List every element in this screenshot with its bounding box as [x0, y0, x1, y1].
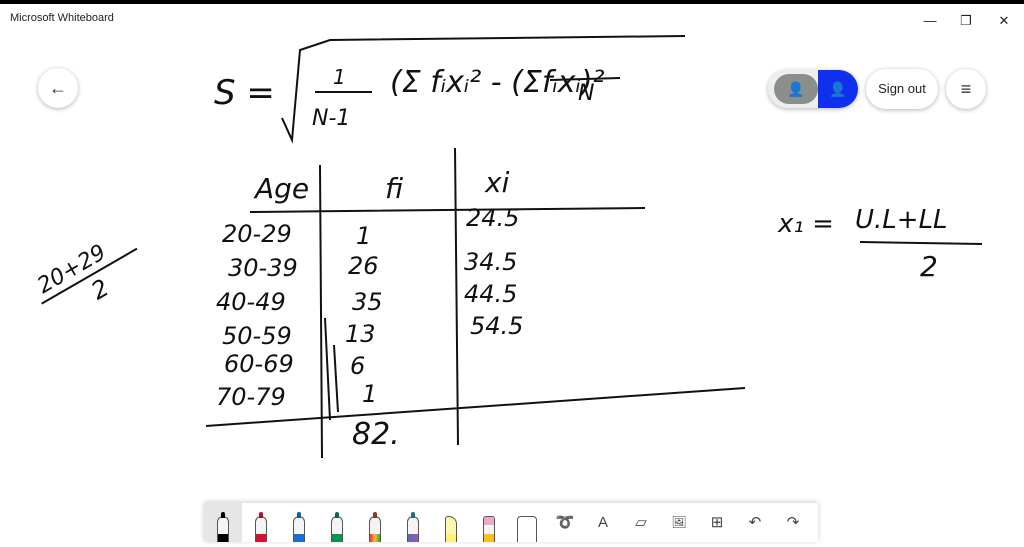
- right-note-lhs: x₁ =: [777, 209, 834, 239]
- text-tool[interactable]: A: [584, 503, 622, 542]
- formula-fraction-num: 1: [333, 65, 346, 89]
- galaxy-pen-tool[interactable]: [394, 503, 432, 542]
- highlighter-tool[interactable]: [432, 503, 470, 542]
- age-row: 70-79: [216, 383, 286, 411]
- fi-value: 1: [356, 222, 371, 250]
- back-button[interactable]: ←: [38, 68, 78, 108]
- right-note-num: U.L+LL: [855, 205, 948, 235]
- header-fi: fi: [385, 172, 403, 205]
- fi-value: 6: [350, 352, 365, 380]
- fi-value: 1: [362, 380, 377, 408]
- formula-fraction-den: N-1: [312, 106, 350, 131]
- whiteboard-canvas[interactable]: S = 1 N-1 (Σ fᵢxᵢ² - (Σfᵢxᵢ)² N Age fi x…: [0, 34, 1024, 542]
- header-age: Age: [253, 172, 309, 205]
- green-pen-tool[interactable]: [318, 503, 356, 542]
- xi-value: 24.5: [466, 204, 519, 232]
- title-bar: Microsoft Whiteboard — ❐ ✕: [0, 0, 1024, 34]
- redo-icon[interactable]: ↷: [774, 503, 812, 542]
- formula-bracket: (Σ fᵢxᵢ² - (Σfᵢxᵢ)²: [390, 65, 605, 100]
- undo-icon[interactable]: ↶: [736, 503, 774, 542]
- formula-lhs: S =: [214, 73, 275, 113]
- image-icon[interactable]: 🖼: [660, 503, 698, 542]
- rainbow-pen-tool[interactable]: [356, 503, 394, 542]
- sign-out-button[interactable]: Sign out: [866, 69, 938, 109]
- xi-value: 44.5: [464, 280, 517, 308]
- age-row: 60-69: [224, 350, 294, 378]
- xi-value: 34.5: [464, 248, 517, 276]
- eraser-tool[interactable]: [470, 503, 508, 542]
- left-note-den: 2: [87, 274, 114, 306]
- right-note-den: 2: [920, 250, 938, 283]
- restore-button[interactable]: ❐: [948, 8, 984, 34]
- age-row: 40-49: [216, 288, 286, 316]
- fi-value: 35: [352, 288, 383, 316]
- close-button[interactable]: ✕: [986, 8, 1022, 34]
- formula-den-n: N: [578, 81, 594, 106]
- note-icon[interactable]: ▱: [622, 503, 660, 542]
- lasso-icon[interactable]: ➰: [546, 503, 584, 542]
- ink-layer: S = 1 N-1 (Σ fᵢxᵢ² - (Σfᵢxᵢ)² N Age fi x…: [33, 35, 983, 459]
- red-pen-tool[interactable]: [242, 503, 280, 542]
- age-row: 50-59: [222, 322, 292, 350]
- add-person-icon[interactable]: 👤: [818, 70, 858, 108]
- fi-value: 26: [348, 252, 379, 280]
- fraction-line: [859, 241, 983, 245]
- fi-value: 13: [345, 320, 376, 348]
- window-title: Microsoft Whiteboard: [10, 12, 114, 24]
- blue-pen-tool[interactable]: [280, 503, 318, 542]
- xi-value: 54.5: [470, 312, 523, 340]
- minimize-button[interactable]: —: [912, 8, 948, 34]
- ruler-icon[interactable]: [508, 503, 546, 542]
- age-row: 20-29: [222, 220, 292, 248]
- insert-icon[interactable]: ⊞: [698, 503, 736, 542]
- fi-total: 82.: [352, 417, 400, 452]
- person-icon: 👤: [774, 74, 818, 104]
- menu-button[interactable]: ≡: [946, 69, 986, 109]
- age-row: 30-39: [228, 254, 298, 282]
- inking-toolbar: ➰ A ▱ 🖼 ⊞ ↶ ↷: [204, 503, 818, 542]
- black-pen-tool[interactable]: [204, 503, 242, 542]
- header-xi: xi: [484, 166, 510, 199]
- account-switch[interactable]: 👤 👤: [768, 70, 858, 108]
